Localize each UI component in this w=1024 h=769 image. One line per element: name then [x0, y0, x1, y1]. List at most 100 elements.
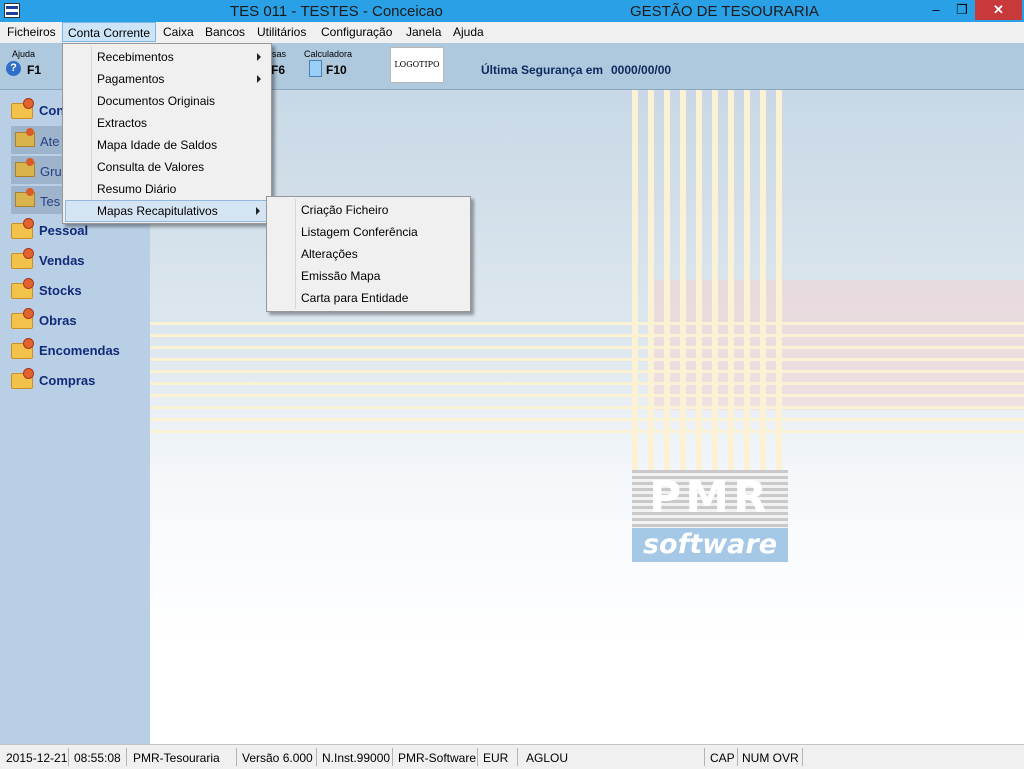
decor-stripe: [150, 406, 1024, 409]
menu-janela[interactable]: Janela: [406, 25, 441, 39]
menu-item-label: Resumo Diário: [97, 182, 177, 196]
decor-stripe: [150, 430, 1024, 433]
title-bar: TES 011 - TESTES - Conceicao GESTÃO DE T…: [0, 0, 1024, 22]
menu-ficheiros[interactable]: Ficheiros: [7, 25, 56, 39]
calculator-label: Calculadora: [304, 49, 353, 59]
menu-bancos[interactable]: Bancos: [205, 25, 245, 39]
decor-stripe: [664, 90, 670, 470]
decor-stripe: [648, 90, 654, 470]
status-separator: [737, 748, 738, 766]
help-key[interactable]: F1: [27, 63, 41, 77]
status-separator: [236, 748, 237, 766]
close-button[interactable]: ✕: [975, 0, 1022, 20]
folder-icon: [11, 98, 34, 119]
menu-item-listagem-conferencia[interactable]: Listagem Conferência: [269, 221, 468, 243]
pmr-logo-text: PMR: [649, 472, 771, 523]
sidebar-item-label: Ate: [40, 134, 60, 149]
status-vendor: PMR-Software: [398, 751, 477, 765]
calculator-icon[interactable]: [309, 60, 322, 77]
sidebar-item-label: Encomendas: [39, 343, 120, 358]
menu-item-documentos-originais[interactable]: Documentos Originais: [65, 90, 269, 112]
sidebar-item-label: Vendas: [39, 253, 85, 268]
menu-item-label: Mapa Idade de Saldos: [97, 138, 218, 152]
decor-stripe: [744, 90, 750, 470]
sidebar-item-label: Compras: [39, 373, 96, 388]
menu-item-emissao-mapa[interactable]: Emissão Mapa: [269, 265, 468, 287]
menu-item-label: Carta para Entidade: [301, 291, 409, 305]
backup-label: Última Segurança em: [481, 63, 604, 77]
decor-stripe: [150, 358, 1024, 361]
menu-conta-corrente[interactable]: Conta Corrente: [62, 22, 157, 42]
decor-stripe: [150, 382, 1024, 385]
workspace-background: PMR software: [150, 90, 1024, 744]
mapas-recapitulativos-submenu: Criação Ficheiro Listagem Conferência Al…: [266, 196, 471, 312]
decor-stripe: [150, 394, 1024, 397]
pmr-logo: PMR: [632, 470, 788, 528]
submenu-arrow-icon: [257, 75, 261, 83]
calculator-key[interactable]: F10: [326, 63, 347, 77]
menu-item-label: Pagamentos: [97, 72, 165, 86]
menu-item-label: Listagem Conferência: [301, 225, 418, 239]
decor-stripe: [150, 418, 1024, 421]
restore-button[interactable]: ❐: [948, 0, 976, 20]
software-logo-text: software: [642, 529, 778, 560]
sidebar-item-label: Pessoal: [39, 223, 89, 238]
folder-icon: [11, 218, 34, 239]
software-logo: software: [632, 528, 788, 562]
status-caps: CAP: [710, 751, 735, 765]
status-num-ovr: NUM OVR: [742, 751, 799, 765]
menu-item-mapas-recapitulativos[interactable]: Mapas Recapitulativos: [65, 200, 269, 222]
decor-stripe: [680, 90, 686, 470]
decor-stripe: [150, 322, 1024, 325]
folder-icon: [15, 128, 35, 147]
status-bar: 2015-12-21 08:55:08 PMR-Tesouraria Versã…: [0, 744, 1024, 769]
app-name: GESTÃO DE TESOURARIA: [630, 3, 819, 20]
menu-item-criacao-ficheiro[interactable]: Criação Ficheiro: [269, 199, 468, 221]
menu-item-label: Emissão Mapa: [301, 269, 381, 283]
menu-item-consulta-valores[interactable]: Consulta de Valores: [65, 156, 269, 178]
menu-ajuda[interactable]: Ajuda: [453, 25, 484, 39]
minimize-button[interactable]: –: [922, 0, 950, 20]
sidebar-item-stocks[interactable]: Stocks: [11, 278, 150, 303]
status-currency: EUR: [483, 751, 509, 765]
menu-item-pagamentos[interactable]: Pagamentos: [65, 68, 269, 90]
menu-item-resumo-diario[interactable]: Resumo Diário: [65, 178, 269, 200]
submenu-arrow-icon: [257, 53, 261, 61]
menu-item-label: Documentos Originais: [97, 94, 216, 108]
menu-item-recebimentos[interactable]: Recebimentos: [65, 46, 269, 68]
menu-utilitarios[interactable]: Utilitários: [257, 25, 306, 39]
menu-item-alteracoes[interactable]: Alterações: [269, 243, 468, 265]
help-icon[interactable]: ?: [6, 61, 21, 76]
status-module: PMR-Tesouraria: [133, 751, 220, 765]
hidden-tool-label: sas: [272, 49, 287, 59]
sidebar-item-encomendas[interactable]: Encomendas: [11, 338, 150, 363]
folder-icon: [15, 158, 35, 177]
folder-icon: [11, 368, 34, 389]
decor-stripe: [728, 90, 734, 470]
status-separator: [704, 748, 705, 766]
folder-icon: [11, 308, 34, 329]
status-time: 08:55:08: [74, 751, 121, 765]
menu-configuracao[interactable]: Configuração: [321, 25, 392, 39]
menu-item-label: Recebimentos: [97, 50, 174, 64]
status-separator: [316, 748, 317, 766]
sidebar-item-vendas[interactable]: Vendas: [11, 248, 150, 273]
app-icon[interactable]: [4, 3, 20, 18]
status-separator: [392, 748, 393, 766]
hidden-tool-key[interactable]: F6: [271, 63, 285, 77]
sidebar-item-label: Con: [39, 103, 65, 118]
menu-item-label: Alterações: [301, 247, 358, 261]
status-separator: [126, 748, 127, 766]
status-version: Versão 6.000: [242, 751, 313, 765]
sidebar-item-obras[interactable]: Obras: [11, 308, 150, 333]
folder-icon: [15, 188, 35, 207]
sidebar-item-compras[interactable]: Compras: [11, 368, 150, 393]
menu-item-extractos[interactable]: Extractos: [65, 112, 269, 134]
decor-stripe: [696, 90, 702, 470]
menu-item-label: Consulta de Valores: [97, 160, 205, 174]
help-tool-label: Ajuda: [12, 49, 36, 59]
menu-item-carta-entidade[interactable]: Carta para Entidade: [269, 287, 468, 309]
menu-item-mapa-idade-saldos[interactable]: Mapa Idade de Saldos: [65, 134, 269, 156]
menu-caixa[interactable]: Caixa: [163, 25, 194, 39]
decor-stripe: [712, 90, 718, 470]
